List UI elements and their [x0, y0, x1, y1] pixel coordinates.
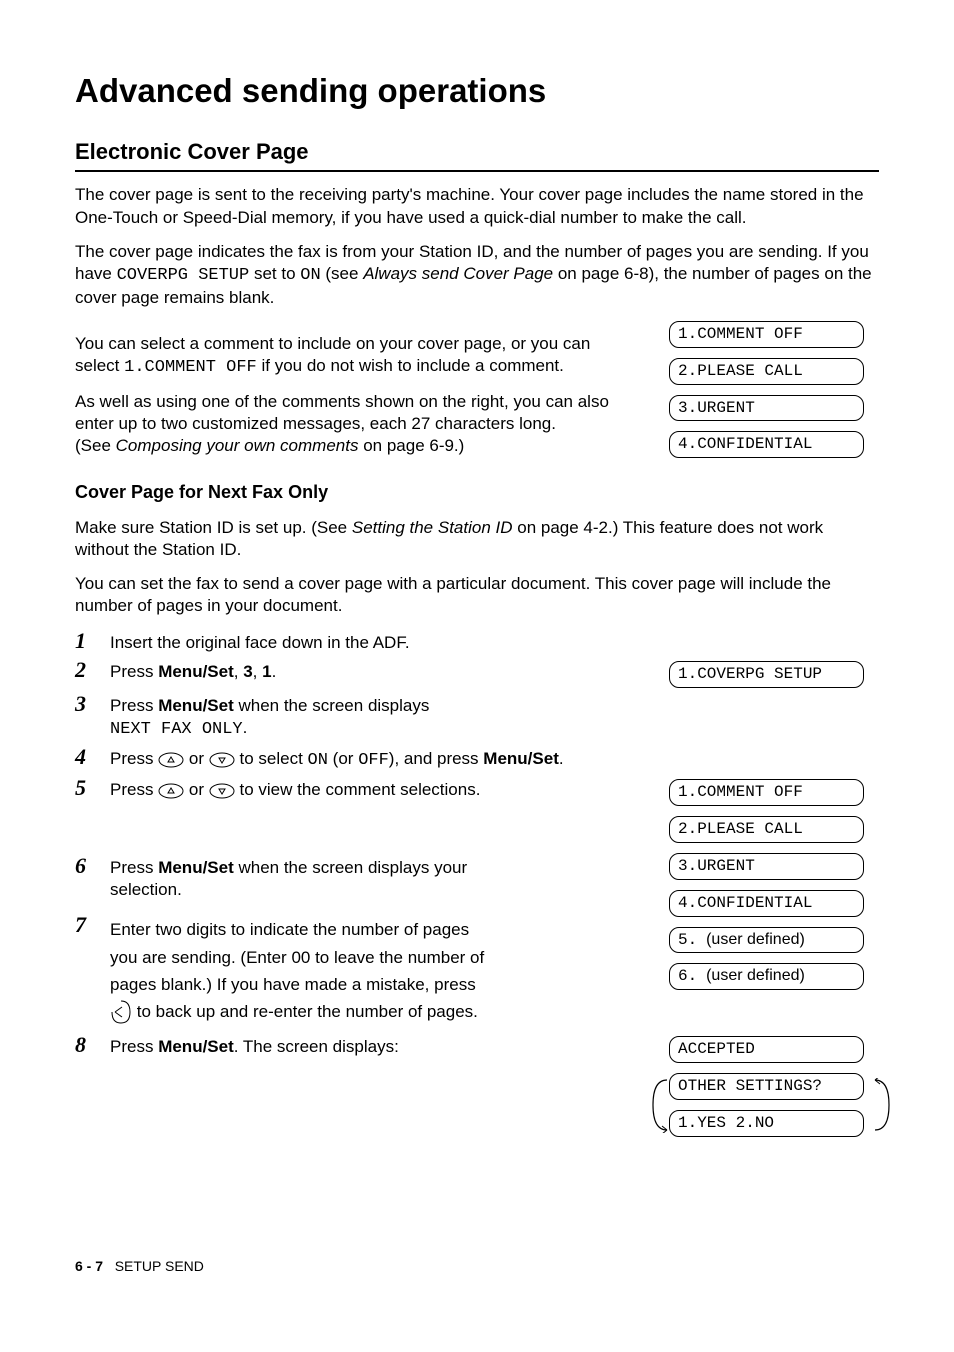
step-number: 4	[75, 745, 110, 769]
body-text: You can select a comment to include on y…	[75, 333, 629, 379]
step-number: 1	[75, 629, 110, 653]
cross-ref: Always send Cover Page	[363, 264, 553, 283]
step-item: 4 Press or to select ON (or OFF), and pr…	[75, 745, 879, 772]
step-item: 3 Press Menu/Set when the screen display…	[75, 692, 879, 741]
step-number: 7	[75, 913, 110, 937]
lcd-display: 3.URGENT	[669, 853, 864, 880]
lcd-display: 5. (user defined)	[669, 927, 864, 954]
lcd-display: 2.PLEASE CALL	[669, 816, 864, 843]
lcd-display: 1.YES 2.NO	[669, 1110, 864, 1137]
step-number: 8	[75, 1033, 110, 1057]
step-item: 7 Enter two digits to indicate the numbe…	[75, 913, 495, 1025]
left-arrow-icon	[110, 999, 132, 1025]
cross-ref: Setting the Station ID	[352, 518, 513, 537]
lcd-display: 2.PLEASE CALL	[669, 358, 864, 385]
step-item: 1 Insert the original face down in the A…	[75, 629, 879, 654]
down-arrow-icon	[209, 783, 235, 799]
lcd-display: 4.CONFIDENTIAL	[669, 431, 864, 458]
page-footer: 6 - 7 SETUP SEND	[75, 1257, 879, 1275]
step-number: 2	[75, 658, 110, 682]
body-text: The cover page indicates the fax is from…	[75, 241, 879, 309]
loop-arrow-right-icon	[873, 1078, 891, 1133]
body-text: You can set the fax to send a cover page…	[75, 573, 879, 617]
page-title: Advanced sending operations	[75, 70, 879, 113]
lcd-display: 6. (user defined)	[669, 963, 864, 990]
step-item: 2 Press Menu/Set, 3, 1. 1.COVERPG SETUP	[75, 658, 879, 688]
lcd-display: 3.URGENT	[669, 395, 864, 422]
lcd-display: 4.CONFIDENTIAL	[669, 890, 864, 917]
body-text: The cover page is sent to the receiving …	[75, 184, 879, 228]
code-text: OFF	[358, 751, 389, 770]
loop-arrow-left-icon	[651, 1078, 669, 1133]
section-heading-ecp: Electronic Cover Page	[75, 138, 879, 173]
body-text: As well as using one of the comments sho…	[75, 391, 629, 457]
lcd-display: OTHER SETTINGS?	[669, 1073, 864, 1100]
code-text: ON	[308, 751, 328, 770]
up-arrow-icon	[158, 752, 184, 768]
code-text: COVERPG SETUP	[117, 266, 250, 285]
code-text: 1.COMMENT OFF	[124, 358, 257, 377]
lcd-display: ACCEPTED	[669, 1036, 864, 1063]
code-text: NEXT FAX ONLY	[110, 720, 243, 739]
cross-ref: Composing your own comments	[116, 436, 359, 455]
step-number: 6	[75, 854, 110, 878]
step-number: 3	[75, 692, 110, 716]
down-arrow-icon	[209, 752, 235, 768]
lcd-display: 1.COMMENT OFF	[669, 321, 864, 348]
step-item: 6 Press Menu/Set when the screen display…	[75, 854, 495, 901]
step-number: 5	[75, 776, 110, 800]
code-text: ON	[300, 266, 320, 285]
step-item: 8 Press Menu/Set. The screen displays: A…	[75, 1033, 879, 1136]
up-arrow-icon	[158, 783, 184, 799]
subsection-heading: Cover Page for Next Fax Only	[75, 481, 879, 504]
lcd-display: 1.COMMENT OFF	[669, 779, 864, 806]
lcd-display: 1.COVERPG SETUP	[669, 661, 864, 688]
body-text: Make sure Station ID is set up. (See Set…	[75, 517, 879, 561]
